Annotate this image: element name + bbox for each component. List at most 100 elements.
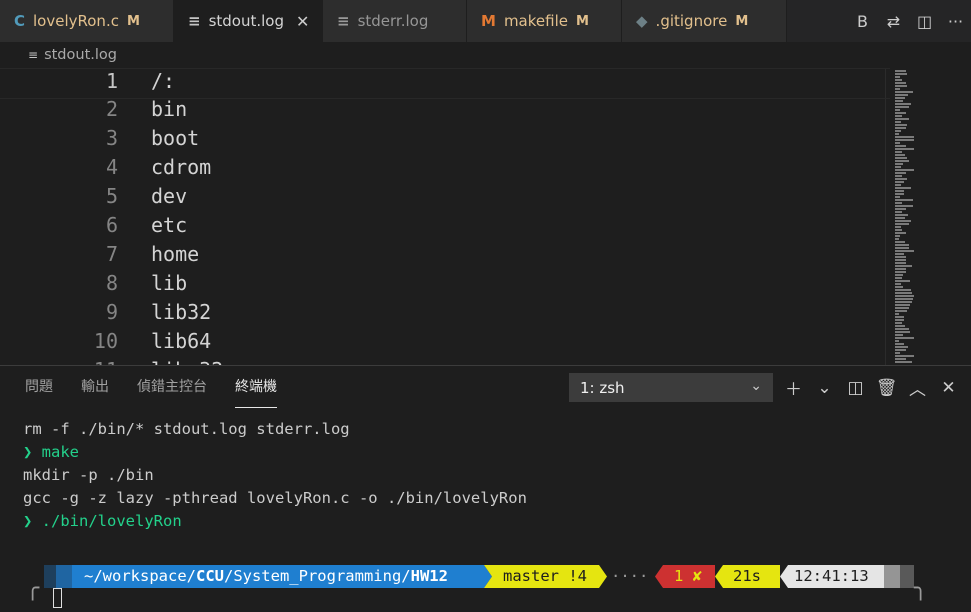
line-text: dev	[151, 184, 188, 208]
prompt-arrow-icon: ❯	[23, 443, 42, 461]
editor-line[interactable]: 11 libx32	[0, 358, 890, 365]
minimap-line	[895, 247, 909, 249]
line-text: boot	[151, 126, 200, 150]
breadcrumb-file[interactable]: stdout.log	[44, 47, 117, 63]
minimap-line	[895, 154, 905, 156]
tab-label: makefile	[503, 12, 568, 30]
minimap-line	[895, 187, 911, 189]
line-number: 6	[105, 213, 118, 237]
tab-label: .gitignore	[655, 12, 728, 30]
line-number: 3	[105, 126, 118, 150]
editor-line[interactable]: 7 home	[0, 242, 890, 271]
minimap-line	[895, 175, 902, 177]
editor-line[interactable]: 1 /:	[0, 68, 890, 99]
minimap-line	[895, 88, 900, 90]
panel-tab-3[interactable]: 終端機	[235, 366, 277, 408]
minimap-line	[895, 316, 904, 318]
blame-icon[interactable]: B	[847, 12, 878, 31]
tab-stdout-log[interactable]: ≡ stdout.log ✕	[174, 0, 323, 42]
minimap-line	[895, 331, 910, 333]
minimap-line	[895, 142, 900, 144]
terminal-text: rm -f ./bin/* stdout.log stderr.log	[23, 420, 350, 438]
line-number: 11	[0, 358, 118, 365]
new-terminal-icon[interactable]: ＋	[778, 375, 809, 400]
editor-line[interactable]: 2 bin	[0, 97, 890, 126]
editor-area[interactable]: 1 /: 2 bin 3 boot 4 cdrom 5 dev 6 etc 7 home 8 lib 9 lib3…	[0, 68, 971, 365]
line-number: 10	[93, 329, 118, 353]
editor-line[interactable]: 4 cdrom	[0, 155, 890, 184]
split-terminal-icon[interactable]: ◫	[840, 378, 871, 398]
terminal-cursor	[53, 588, 62, 608]
minimap-line	[895, 304, 910, 306]
minimap-line	[895, 193, 904, 195]
minimap-line	[895, 196, 900, 198]
line-text: bin	[151, 97, 188, 121]
minimap-line	[895, 337, 914, 339]
panel-tab-0[interactable]: 問題	[25, 366, 53, 408]
compare-changes-icon[interactable]: ⇄	[878, 12, 909, 31]
modified-badge: M	[575, 13, 589, 29]
split-editor-icon[interactable]: ◫	[909, 12, 940, 31]
tab-lovelyron-c[interactable]: ClovelyRon.c M	[0, 0, 174, 42]
terminal-select[interactable]: 1: zsh ⌄	[569, 373, 773, 402]
editor-line[interactable]: 3 boot	[0, 126, 890, 155]
minimap-line	[895, 280, 910, 282]
panel-tab-1[interactable]: 輸出	[81, 366, 109, 408]
terminal-line: mkdir -p ./bin	[23, 466, 154, 489]
minimap-line	[895, 94, 908, 96]
minimap-line	[895, 235, 900, 237]
minimap-line	[895, 322, 902, 324]
minimap-line	[895, 76, 900, 78]
editor-line[interactable]: 9 lib32	[0, 300, 890, 329]
minimap-line	[895, 130, 901, 132]
minimap-line	[895, 148, 914, 150]
file-type-icon: ◆	[636, 12, 648, 30]
minimap-line	[895, 127, 906, 129]
editor-line[interactable]: 6 etc	[0, 213, 890, 242]
tab-label: stderr.log	[357, 12, 429, 30]
line-text: etc	[151, 213, 188, 237]
minimap-line	[895, 313, 899, 315]
minimap-line	[895, 157, 907, 159]
line-number: 4	[105, 155, 118, 179]
file-type-icon: M	[481, 12, 496, 30]
tab-stderr-log[interactable]: ≡ stderr.log	[323, 0, 467, 42]
minimap-line	[895, 181, 904, 183]
minimap-line	[895, 145, 906, 147]
line-text: lib64	[151, 329, 212, 353]
minimap-line	[895, 340, 899, 342]
minimap-line	[895, 106, 909, 108]
trash-icon[interactable]: 🗑	[871, 378, 902, 398]
minimap-line	[895, 160, 909, 162]
minimap-line	[895, 133, 899, 135]
minimap-line	[895, 352, 900, 354]
close-icon[interactable]: ✕	[296, 12, 309, 31]
tab-makefile[interactable]: Mmakefile M	[467, 0, 622, 42]
minimap-line	[895, 112, 906, 114]
minimap-line	[895, 343, 904, 345]
terminal-line: gcc -g -z lazy -pthread lovelyRon.c -o .…	[23, 489, 527, 512]
prompt-arrow-icon: ❯	[23, 512, 42, 530]
panel-tab-2[interactable]: 偵錯主控台	[137, 366, 207, 408]
editor-line[interactable]: 10 lib64	[0, 329, 890, 358]
chevron-up-icon[interactable]: ︿	[902, 375, 933, 400]
minimap-line	[895, 202, 902, 204]
line-text: home	[151, 242, 200, 266]
editor-line[interactable]: 5 dev	[0, 184, 890, 213]
modified-badge: M	[735, 13, 749, 29]
more-actions-icon[interactable]: ···	[940, 12, 971, 31]
minimap[interactable]	[893, 68, 923, 365]
minimap-line	[895, 217, 905, 219]
tab-gitignore[interactable]: ◆ .gitignore M	[622, 0, 787, 42]
tab-label: stdout.log	[208, 12, 284, 30]
editor-line[interactable]: 8 lib	[0, 271, 890, 300]
tab-label: lovelyRon.c	[33, 12, 119, 30]
chevron-down-icon[interactable]: ⌄	[809, 378, 840, 398]
minimap-line	[895, 292, 912, 294]
breadcrumb: ≡ stdout.log	[0, 42, 971, 68]
minimap-line	[895, 121, 901, 123]
terminal-text: ./bin/lovelyRon	[41, 512, 182, 530]
close-icon[interactable]: ✕	[933, 378, 964, 398]
prompt-duration: 21s	[733, 567, 761, 585]
terminal-line: rm -f ./bin/* stdout.log stderr.log	[23, 420, 350, 443]
